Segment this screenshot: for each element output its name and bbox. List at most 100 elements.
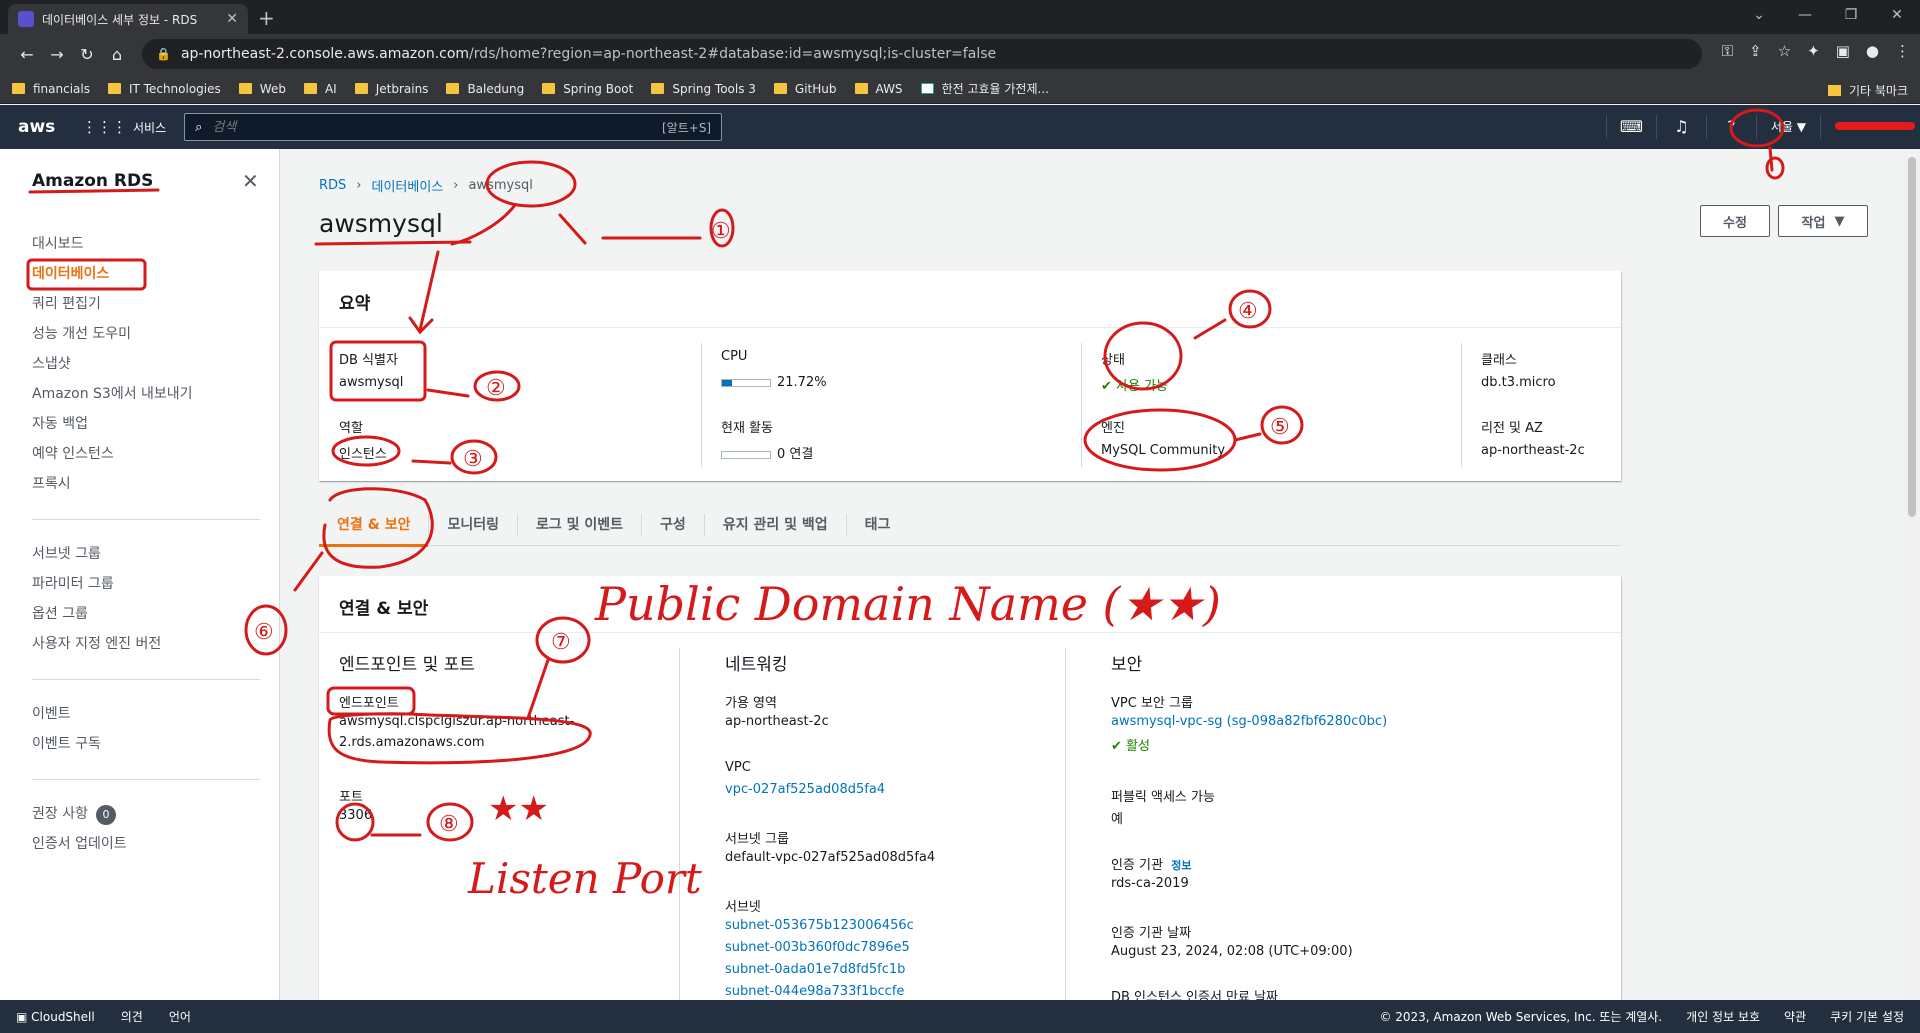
sidebar-item-s3-export[interactable]: Amazon S3에서 내보내기: [32, 379, 193, 409]
bookmark-spring-boot[interactable]: Spring Boot: [542, 82, 633, 96]
bookmark-github[interactable]: GitHub: [773, 82, 837, 96]
port-label: 포트: [339, 790, 363, 805]
tab-logs-events[interactable]: 로그 및 이벤트: [518, 514, 643, 536]
security-group-link[interactable]: awsmysql-vpc-sg (sg-098a82fbf6280c0bc): [1111, 714, 1387, 729]
bookmark-spring-tools[interactable]: Spring Tools 3: [651, 82, 756, 96]
search-input[interactable]: [212, 119, 662, 135]
subnet-link[interactable]: subnet-0ada01e7d8fd5fc1b: [725, 962, 905, 977]
sidebar-item-dashboard[interactable]: 대시보드: [32, 229, 193, 259]
sidebar-item-snapshots[interactable]: 스냅샷: [32, 349, 193, 379]
cloudshell-link[interactable]: ▣ CloudShell: [16, 1010, 95, 1024]
bookmark-ai[interactable]: AI: [303, 82, 337, 96]
subnet-group-label: 서브넷 그룹: [725, 832, 789, 847]
class-value: db.t3.micro: [1481, 375, 1556, 390]
scrollbar-thumb[interactable]: [1908, 157, 1916, 517]
star-icon[interactable]: ☆: [1778, 42, 1791, 60]
restore-icon[interactable]: ❐: [1828, 0, 1874, 30]
services-menu-button[interactable]: ⋮⋮⋮ 서비스: [82, 118, 166, 136]
new-tab-icon[interactable]: +: [258, 6, 275, 30]
subnet-link[interactable]: subnet-053675b123006456c: [725, 918, 914, 933]
bookmark-web[interactable]: Web: [238, 82, 286, 96]
back-icon[interactable]: ←: [12, 45, 42, 64]
endpoint-value-line1: awsmysql.clspclgiszur.ap-northeast-: [339, 714, 575, 729]
breadcrumb-rds[interactable]: RDS: [319, 178, 346, 193]
tab-connectivity-security[interactable]: 연결 & 보안: [319, 514, 430, 547]
other-bookmarks[interactable]: 기타 북마크: [1827, 82, 1908, 99]
sidebar-item-query-editor[interactable]: 쿼리 편집기: [32, 289, 193, 319]
sidebar-item-certificate-update[interactable]: 인증서 업데이트: [32, 829, 127, 859]
sidebar-item-option-groups[interactable]: 옵션 그룹: [32, 599, 161, 629]
sidebar-item-recommendations[interactable]: 권장 사항 0: [32, 799, 127, 829]
ca-info-link[interactable]: 정보: [1171, 859, 1191, 872]
side-panel-icon[interactable]: ▣: [1836, 42, 1850, 60]
region-selector[interactable]: 서울 ▼: [1755, 115, 1820, 139]
sidebar-item-auto-backups[interactable]: 자동 백업: [32, 409, 193, 439]
status-label: 상태: [1101, 353, 1125, 368]
close-tab-icon[interactable]: ✕: [226, 11, 238, 27]
window-close-icon[interactable]: ✕: [1874, 0, 1920, 30]
terms-link[interactable]: 약관: [1784, 1008, 1806, 1025]
cookie-preferences-link[interactable]: 쿠키 기본 설정: [1830, 1008, 1904, 1025]
minimize-icon[interactable]: —: [1782, 0, 1828, 30]
tab-search-icon[interactable]: ⌄: [1736, 0, 1782, 30]
sidebar-item-event-subscriptions[interactable]: 이벤트 구독: [32, 729, 101, 759]
key-icon[interactable]: ⚿: [1722, 42, 1733, 60]
sidebar-item-parameter-groups[interactable]: 파라미터 그룹: [32, 569, 161, 599]
feedback-link[interactable]: 의견: [121, 1008, 143, 1025]
sidebar-item-proxies[interactable]: 프록시: [32, 469, 193, 499]
profile-icon[interactable]: ●: [1866, 42, 1879, 60]
sidebar-item-databases[interactable]: 데이터베이스: [32, 259, 193, 289]
bookmark-it-technologies[interactable]: IT Technologies: [108, 82, 221, 96]
actions-button[interactable]: 작업 ▼: [1778, 205, 1868, 237]
lock-icon[interactable]: 🔒: [156, 47, 171, 61]
notifications-icon[interactable]: ♫: [1655, 115, 1706, 139]
close-sidebar-icon[interactable]: ✕: [242, 169, 259, 193]
address-bar: ← → ↻ ⌂ 🔒 ap-northeast-2.console.aws.ama…: [0, 34, 1920, 74]
extensions-icon[interactable]: ✦: [1807, 42, 1820, 60]
privacy-link[interactable]: 개인 정보 보호: [1686, 1008, 1760, 1025]
bookmark-baledung[interactable]: Baledung: [446, 82, 524, 96]
share-icon[interactable]: ⇪: [1749, 42, 1762, 60]
vpc-link[interactable]: vpc-027af525ad08d5fa4: [725, 782, 885, 797]
bookmark-aws[interactable]: AWS: [854, 82, 903, 96]
tab-configuration[interactable]: 구성: [642, 514, 705, 536]
cloudshell-icon[interactable]: ⌨: [1605, 115, 1656, 139]
region-az-value: ap-northeast-2c: [1481, 443, 1585, 458]
language-link[interactable]: 언어: [169, 1008, 191, 1025]
db-identifier-value: awsmysql: [339, 375, 404, 390]
summary-panel: 요약 DB 식별자 awsmysql 역할 인스턴스 CPU 21.72% 현재…: [319, 271, 1621, 481]
sidebar-title[interactable]: Amazon RDS: [32, 171, 153, 191]
tab-tags[interactable]: 태그: [847, 514, 909, 536]
column-divider: [1065, 648, 1066, 1000]
menu-icon[interactable]: ⋮: [1895, 42, 1910, 60]
aws-logo[interactable]: aws: [18, 117, 64, 137]
browser-tab[interactable]: 데이터베이스 세부 정보 - RDS ✕: [8, 4, 248, 34]
help-icon[interactable]: ?: [1705, 115, 1756, 139]
modify-button[interactable]: 수정: [1700, 205, 1770, 237]
subnet-link[interactable]: subnet-003b360f0dc7896e5: [725, 940, 910, 955]
sidebar-divider: [32, 679, 260, 680]
url-host: ap-northeast-2.console.aws.amazon.com: [180, 46, 470, 62]
sidebar-item-events[interactable]: 이벤트: [32, 699, 101, 729]
sidebar-item-performance-insights[interactable]: 성능 개선 도우미: [32, 319, 193, 349]
bookmark-kepco[interactable]: 한전 고효율 가전제...: [920, 80, 1049, 97]
db-identifier-label: DB 식별자: [339, 353, 398, 368]
bookmark-financials[interactable]: financials: [12, 82, 90, 96]
subnet-link[interactable]: subnet-044e98a733f1bccfe: [725, 984, 904, 998]
forward-icon[interactable]: →: [42, 45, 72, 64]
account-menu[interactable]: [1820, 115, 1920, 139]
activity-label: 현재 활동: [721, 421, 773, 436]
sidebar-item-reserved-instances[interactable]: 예약 인스턴스: [32, 439, 193, 469]
sidebar-item-subnet-groups[interactable]: 서브넷 그룹: [32, 539, 161, 569]
reload-icon[interactable]: ↻: [72, 45, 102, 64]
url-field[interactable]: 🔒 ap-northeast-2.console.aws.amazon.com /…: [142, 39, 1702, 69]
sidebar-item-custom-engine-versions[interactable]: 사용자 지정 엔진 버전: [32, 629, 161, 659]
tab-maintenance-backups[interactable]: 유지 관리 및 백업: [705, 514, 847, 536]
breadcrumb-databases[interactable]: 데이터베이스: [372, 176, 444, 195]
tab-monitoring[interactable]: 모니터링: [429, 514, 519, 536]
search-box: ⌕ [알트+S]: [184, 113, 723, 141]
page-scrollbar[interactable]: [1904, 149, 1920, 1000]
home-icon[interactable]: ⌂: [102, 45, 132, 64]
redacted-account-mark: [1835, 122, 1915, 130]
bookmark-jetbrains[interactable]: Jetbrains: [354, 82, 428, 96]
